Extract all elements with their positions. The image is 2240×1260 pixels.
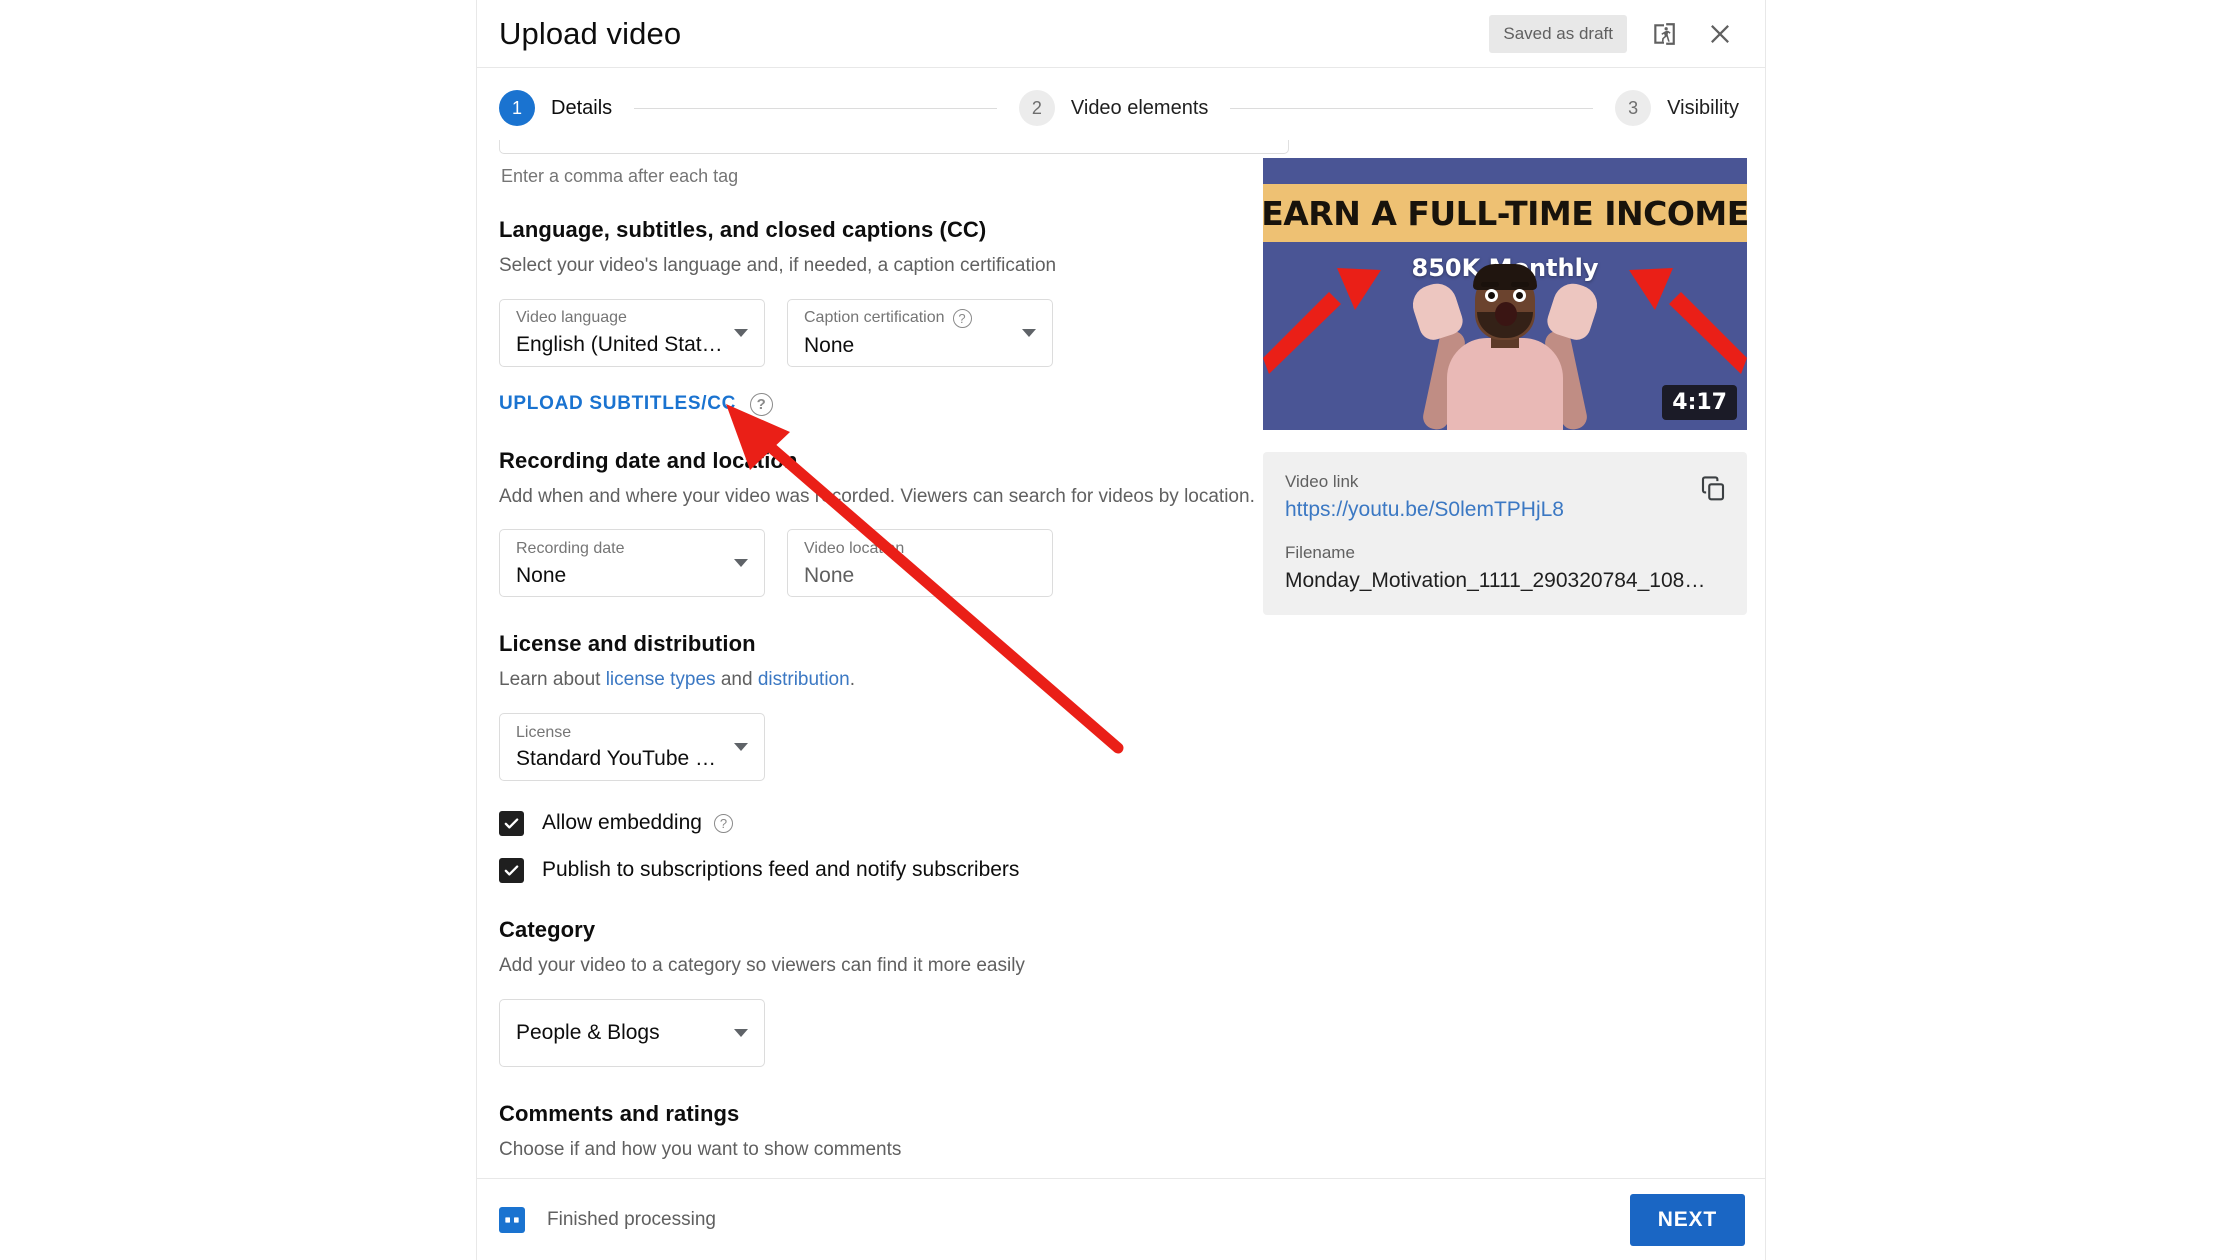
license-subtitle-prefix: Learn about	[499, 669, 606, 691]
step-connector-2	[1230, 107, 1594, 109]
category-section-subtitle: Add your video to a category so viewers …	[499, 954, 1025, 976]
step-label-video-elements: Video elements	[1070, 96, 1209, 119]
caption-certification-select[interactable]: Caption certification ? None	[787, 298, 1053, 367]
recording-date-value: None	[516, 563, 567, 587]
allow-embedding-checkbox[interactable]	[499, 810, 524, 836]
video-link-block: Video link https://youtu.be/S0lemTPHjL8	[1285, 472, 1725, 523]
step-video-elements[interactable]: 2 Video elements	[1018, 90, 1209, 126]
category-select[interactable]: People & Blogs	[499, 998, 765, 1067]
video-duration-badge: 4:17	[1662, 385, 1737, 420]
processing-status-text: Finished processing	[547, 1208, 716, 1230]
language-section-title: Language, subtitles, and closed captions…	[499, 217, 987, 242]
screen: Upload video Saved as draft 1 Details 2 …	[0, 0, 2240, 1260]
chevron-down-icon	[734, 742, 748, 751]
recording-section-title: Recording date and location	[499, 447, 798, 473]
processing-icon	[499, 1206, 525, 1233]
page-title: Upload video	[499, 16, 682, 51]
step-details[interactable]: 1 Details	[499, 90, 612, 126]
caption-certification-label: Caption certification	[804, 309, 945, 327]
recording-fields-row: Recording date None Video location None	[499, 529, 1299, 598]
help-icon[interactable]: ?	[750, 392, 774, 416]
thumbnail-banner: EARN A FULL-TIME INCOME	[1263, 184, 1747, 242]
video-language-value: English (United States)	[516, 332, 724, 356]
dialog-body: Enter a comma after each tag Language, s…	[477, 140, 1765, 1220]
thumbnail-person-graphic	[1405, 254, 1605, 430]
publish-subscriptions-row[interactable]: Publish to subscriptions feed and notify…	[499, 857, 1299, 883]
language-fields-row: Video language English (United States) C…	[499, 298, 1299, 367]
distribution-link[interactable]: distribution	[758, 669, 850, 690]
tags-input[interactable]	[499, 140, 1289, 154]
license-types-link[interactable]: license types	[606, 669, 716, 690]
license-section: License and distribution Learn about lic…	[499, 631, 1299, 883]
chevron-down-icon	[734, 1028, 748, 1037]
step-number-3: 3	[1615, 90, 1652, 126]
upload-subtitles-label: UPLOAD SUBTITLES/CC	[499, 393, 737, 415]
video-language-label: Video language	[516, 309, 627, 327]
language-section: Language, subtitles, and closed captions…	[499, 217, 1299, 416]
stepper: 1 Details 2 Video elements 3 Visibility	[499, 86, 1739, 130]
form-column: Enter a comma after each tag Language, s…	[499, 140, 1299, 1220]
copy-icon[interactable]	[1693, 468, 1733, 508]
video-link-value[interactable]: https://youtu.be/S0lemTPHjL8	[1285, 497, 1725, 522]
recording-section-subtitle: Add when and where your video was record…	[499, 485, 1255, 507]
video-location-label: Video location	[804, 539, 905, 557]
run-exit-icon[interactable]	[1645, 15, 1683, 53]
license-subtitle-mid: and	[715, 669, 758, 691]
header-actions: Saved as draft	[1489, 15, 1739, 53]
video-language-select[interactable]: Video language English (United States)	[499, 298, 765, 367]
license-section-subtitle: Learn about license types and distributi…	[499, 667, 1299, 693]
license-value: Standard YouTube License	[516, 747, 724, 771]
category-section-title: Category	[499, 916, 596, 942]
filename-label: Filename	[1285, 542, 1355, 562]
video-location-input[interactable]: Video location None	[787, 529, 1053, 598]
dialog-header: Upload video Saved as draft	[477, 0, 1765, 68]
upload-video-dialog: Upload video Saved as draft 1 Details 2 …	[476, 0, 1766, 1260]
help-icon[interactable]: ?	[713, 813, 733, 833]
license-fields-row: License Standard YouTube License	[499, 712, 1299, 781]
recording-date-label: Recording date	[516, 539, 625, 557]
step-label-details: Details	[551, 96, 613, 119]
status-badge: Saved as draft	[1489, 15, 1627, 53]
next-button[interactable]: NEXT	[1629, 1193, 1745, 1246]
step-number-1: 1	[499, 90, 535, 126]
category-value: People & Blogs	[516, 1021, 660, 1045]
language-section-subtitle: Select your video's language and, if nee…	[499, 255, 1057, 276]
video-link-label: Video link	[1285, 472, 1359, 491]
upload-subtitles-button[interactable]: UPLOAD SUBTITLES/CC ?	[499, 392, 774, 416]
allow-embedding-row[interactable]: Allow embedding ?	[499, 810, 1299, 836]
step-connector-1	[634, 107, 997, 109]
comments-section-title: Comments and ratings	[499, 1100, 740, 1126]
license-label: License	[516, 723, 572, 741]
chevron-down-icon	[734, 328, 748, 337]
chevron-down-icon	[1022, 328, 1036, 337]
step-number-2: 2	[1018, 90, 1055, 126]
tags-helper-text: Enter a comma after each tag	[501, 166, 739, 186]
publish-subscriptions-label: Publish to subscriptions feed and notify…	[542, 858, 1020, 882]
video-metadata-card: Video link https://youtu.be/S0lemTPHjL8 …	[1263, 452, 1747, 616]
license-select[interactable]: License Standard YouTube License	[499, 712, 765, 781]
filename-block: Filename Monday_Motivation_1111_29032078…	[1285, 543, 1725, 594]
close-icon[interactable]	[1701, 15, 1739, 53]
video-thumbnail[interactable]: EARN A FULL-TIME INCOME 850K Monthly 4:1…	[1263, 158, 1747, 430]
recording-section: Recording date and location Add when and…	[499, 448, 1299, 598]
license-subtitle-suffix: .	[849, 669, 855, 691]
caption-certification-value: None	[804, 333, 855, 357]
preview-column: EARN A FULL-TIME INCOME 850K Monthly 4:1…	[1263, 158, 1747, 616]
license-section-title: License and distribution	[499, 631, 756, 657]
chevron-down-icon	[734, 559, 748, 568]
step-visibility[interactable]: 3 Visibility	[1615, 90, 1739, 126]
video-location-value: None	[804, 563, 855, 587]
header-divider	[477, 67, 1765, 68]
dialog-footer: Finished processing NEXT	[477, 1178, 1765, 1260]
category-field-row: People & Blogs	[499, 998, 1299, 1067]
allow-embedding-label: Allow embedding	[542, 811, 702, 835]
comments-section-subtitle: Choose if and how you want to show comme…	[499, 1138, 902, 1160]
thumbnail-banner-text: EARN A FULL-TIME INCOME	[1263, 193, 1747, 233]
filename-value: Monday_Motivation_1111_290320784_108…	[1285, 568, 1706, 592]
category-section: Category Add your video to a category so…	[499, 917, 1299, 1067]
recording-date-select[interactable]: Recording date None	[499, 529, 765, 598]
step-label-visibility: Visibility	[1667, 96, 1740, 119]
publish-subscriptions-checkbox[interactable]	[499, 857, 524, 883]
help-icon[interactable]: ?	[952, 308, 972, 328]
